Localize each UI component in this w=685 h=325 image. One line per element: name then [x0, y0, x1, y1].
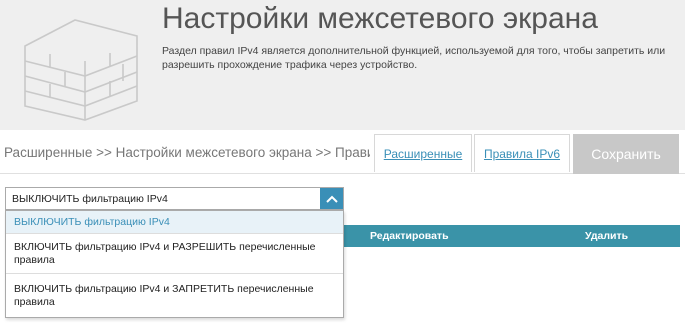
page-description: Раздел правил IPv4 является дополнительн…: [162, 45, 666, 71]
dropdown-option-disable[interactable]: ВЫКЛЮЧИТЬ фильтрацию IPv4: [6, 211, 343, 234]
column-header-delete: Удалить: [585, 230, 629, 242]
column-header-edit: Редактировать: [370, 230, 449, 242]
breadcrumb: Расширенные >> Настройки межсетевого экр…: [4, 145, 370, 160]
ipv4-filter-select[interactable]: ВЫКЛЮЧИТЬ фильтрацию IPv4: [5, 187, 344, 210]
ipv4-filter-dropdown: ВЫКЛЮЧИТЬ фильтрацию IPv4 ВКЛЮЧИТЬ фильт…: [5, 210, 344, 318]
tab-ipv6-rules[interactable]: Правила IPv6: [474, 134, 570, 172]
brick-wall-icon: [24, 19, 138, 121]
tab-advanced[interactable]: Расширенные: [374, 134, 472, 172]
dropdown-option-enable-allow[interactable]: ВКЛЮЧИТЬ фильтрацию IPv4 и РАЗРЕШИТЬ пер…: [6, 235, 343, 274]
page-title: Настройки межсетевого экрана: [162, 2, 598, 35]
dropdown-option-enable-deny[interactable]: ВКЛЮЧИТЬ фильтрацию IPv4 и ЗАПРЕТИТЬ пер…: [6, 275, 343, 317]
save-button[interactable]: Сохранить: [573, 134, 679, 174]
chevron-up-icon[interactable]: [320, 188, 343, 209]
